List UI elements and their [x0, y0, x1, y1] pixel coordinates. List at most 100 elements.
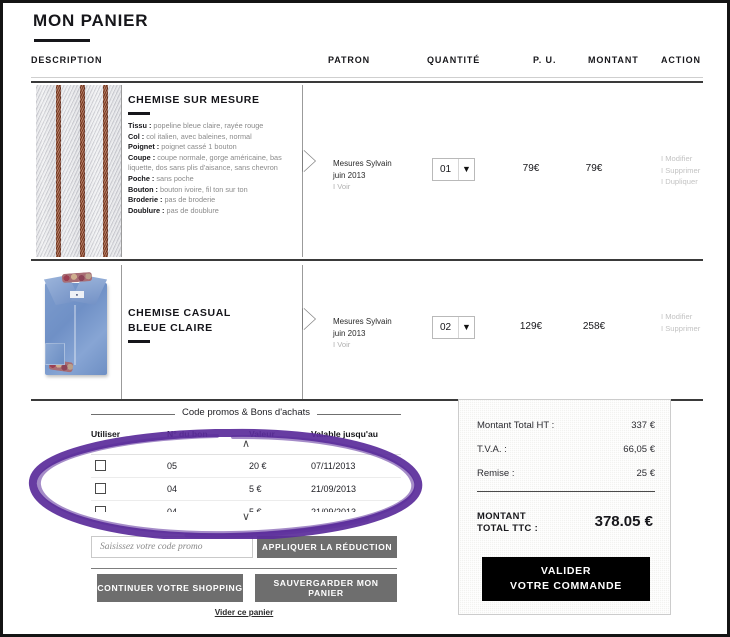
patron-date: juin 2013: [333, 328, 366, 338]
promo-header-numero: N° du bon: [167, 429, 208, 439]
checkbox[interactable]: [95, 482, 106, 494]
apply-discount-button[interactable]: APPLIQUER LA RÉDUCTION: [257, 536, 397, 558]
continue-shopping-button[interactable]: CONTINUER VOTRE SHOPPING: [97, 574, 243, 602]
title-underline: [34, 39, 90, 42]
promo-value: 5 €: [249, 507, 262, 512]
spec-line: Col : col italien, avec baleines, normal: [128, 131, 252, 141]
total-line-remise: Remise : 25 €: [477, 468, 655, 479]
column-header-montant: MONTANT: [588, 55, 639, 65]
quantity-select-1[interactable]: 01 ▼: [432, 158, 475, 181]
chevron-right-icon: [303, 308, 315, 330]
actions-divider: [91, 568, 397, 569]
promo-checkbox-cell[interactable]: [91, 482, 167, 496]
promo-code-input[interactable]: Saisissez votre code promo: [91, 536, 253, 558]
patron-date: juin 2013: [333, 170, 366, 180]
total-line-ht: Montant Total HT : 337 €: [477, 420, 655, 431]
promo-list[interactable]: 05 20 € 07/11/2013 04 5 € 21/09/2013 04 …: [91, 454, 401, 512]
action-supprimer[interactable]: I Supprimer: [661, 323, 700, 335]
unit-price-1: 79€: [522, 163, 540, 174]
product-name-underline: [128, 112, 150, 115]
spec-line: Coupe : coupe normale, gorge américaine,…: [128, 152, 282, 173]
grand-total-label: MONTANT TOTAL TTC :: [477, 510, 539, 533]
promo-checkbox-cell[interactable]: [91, 459, 167, 473]
promo-number: 04: [167, 484, 178, 494]
promo-legend: Code promos & Bons d'achats: [91, 407, 401, 421]
product-name-line2: BLEUE CLAIRE: [128, 322, 213, 334]
totals-divider: [477, 491, 655, 492]
promo-header-utiliser: Utiliser: [91, 429, 121, 439]
product-image-fabric-swatch[interactable]: [36, 85, 121, 257]
validate-line1: VALIDER: [540, 565, 592, 577]
spec-line: Bouton : bouton ivoire, fil ton sur ton: [128, 184, 248, 194]
row-actions-2: I Modifier I Supprimer: [661, 311, 700, 334]
action-modifier[interactable]: I Modifier: [661, 153, 700, 165]
column-header-patron: PATRON: [328, 55, 371, 65]
chevron-down-icon: ▼: [462, 164, 471, 174]
quantity-select-2[interactable]: 02 ▼: [432, 316, 475, 339]
spec-line: Poignet : poignet cassé 1 bouton: [128, 142, 237, 152]
chevron-down-icon: ▼: [462, 322, 471, 332]
quantity-value: 02: [439, 322, 452, 333]
total-value: 66,05 €: [623, 444, 655, 455]
promo-header-valeur: Valeur: [249, 429, 275, 439]
column-header-quantite: QUANTITÉ: [427, 55, 481, 65]
amount-1: 79€: [585, 163, 603, 174]
promo-value: 20 €: [249, 461, 267, 471]
product-image-blue-shirt[interactable]: ●: [36, 265, 121, 400]
product-name-underline: [128, 340, 150, 343]
action-modifier[interactable]: I Modifier: [661, 311, 700, 323]
spec-line: Poche : sans poche: [128, 173, 194, 183]
total-value: 25 €: [636, 468, 656, 479]
total-label: Montant Total HT :: [477, 420, 555, 431]
row2-divider-right: [302, 265, 303, 400]
cart-page: MON PANIER DESCRIPTION PATRON QUANTITÉ P…: [0, 0, 730, 637]
promo-checkbox-cell[interactable]: [91, 505, 167, 512]
column-header-description: DESCRIPTION: [31, 55, 103, 65]
row-middle-rule: [31, 259, 703, 261]
action-dupliquer[interactable]: I Dupliquer: [661, 176, 700, 188]
empty-cart-link[interactable]: Vider ce panier: [3, 608, 485, 617]
patron-name: Mesures Sylvain: [333, 159, 392, 168]
row1-divider-left: [121, 85, 122, 257]
scroll-down-icon[interactable]: ∨: [91, 512, 401, 525]
promo-valid-until: 07/11/2013: [311, 461, 356, 471]
column-header-pu: P. U.: [533, 55, 557, 65]
promo-valid-until: 21/09/2013: [311, 507, 357, 512]
save-cart-button[interactable]: SAUVERGARDER MON PANIER: [255, 574, 397, 602]
row-actions-1: I Modifier I Supprimer I Dupliquer: [661, 153, 700, 188]
amount-2: 258€: [582, 321, 606, 332]
promo-row[interactable]: 04 5 € 21/09/2013: [91, 478, 401, 501]
table-header: DESCRIPTION PATRON QUANTITÉ P. U. MONTAN…: [31, 55, 703, 77]
unit-price-2: 129€: [519, 321, 543, 332]
action-supprimer[interactable]: I Supprimer: [661, 165, 700, 177]
promo-number: 04: [167, 507, 178, 512]
page-title: MON PANIER: [33, 11, 149, 30]
checkbox[interactable]: [95, 505, 106, 512]
promo-value: 5 €: [249, 484, 262, 494]
product-details-1: CHEMISE SUR MESURE Tissu : popeline bleu…: [128, 93, 298, 216]
product-details-2: CHEMISE CASUAL BLEUE CLAIRE: [128, 306, 298, 343]
patron-name: Mesures Sylvain: [333, 317, 392, 326]
total-value: 337 €: [631, 420, 655, 431]
promo-row[interactable]: 05 20 € 07/11/2013: [91, 455, 401, 478]
total-label: T.V.A. :: [477, 444, 507, 455]
patron-view-link[interactable]: I Voir: [333, 181, 392, 193]
patron-info-2: Mesures Sylvain juin 2013 I Voir: [333, 316, 392, 351]
totals-panel: Montant Total HT : 337 € T.V.A. : 66,05 …: [458, 399, 671, 615]
checkbox[interactable]: [95, 459, 106, 471]
validate-line2: VOTRE COMMANDE: [510, 580, 622, 592]
promo-number: 05: [167, 461, 178, 471]
promo-header-validite: Valable jusqu'au: [311, 429, 378, 439]
chevron-right-icon: [303, 150, 315, 172]
quantity-value: 01: [439, 164, 452, 175]
spec-line: Doublure : pas de doublure: [128, 205, 219, 215]
scroll-up-icon[interactable]: ∧: [91, 439, 401, 452]
spec-line: Broderie : pas de broderie: [128, 195, 216, 205]
patron-info-1: Mesures Sylvain juin 2013 I Voir: [333, 158, 392, 193]
spec-line: Tissu : popeline bleue claire, rayée rou…: [128, 121, 264, 130]
validate-order-button[interactable]: VALIDER VOTRE COMMANDE: [482, 557, 650, 601]
promo-valid-until: 21/09/2013: [311, 484, 357, 494]
patron-view-link[interactable]: I Voir: [333, 339, 392, 351]
grand-total-value: 378.05 €: [594, 513, 653, 530]
product-name-line1: CHEMISE CASUAL: [128, 307, 231, 319]
